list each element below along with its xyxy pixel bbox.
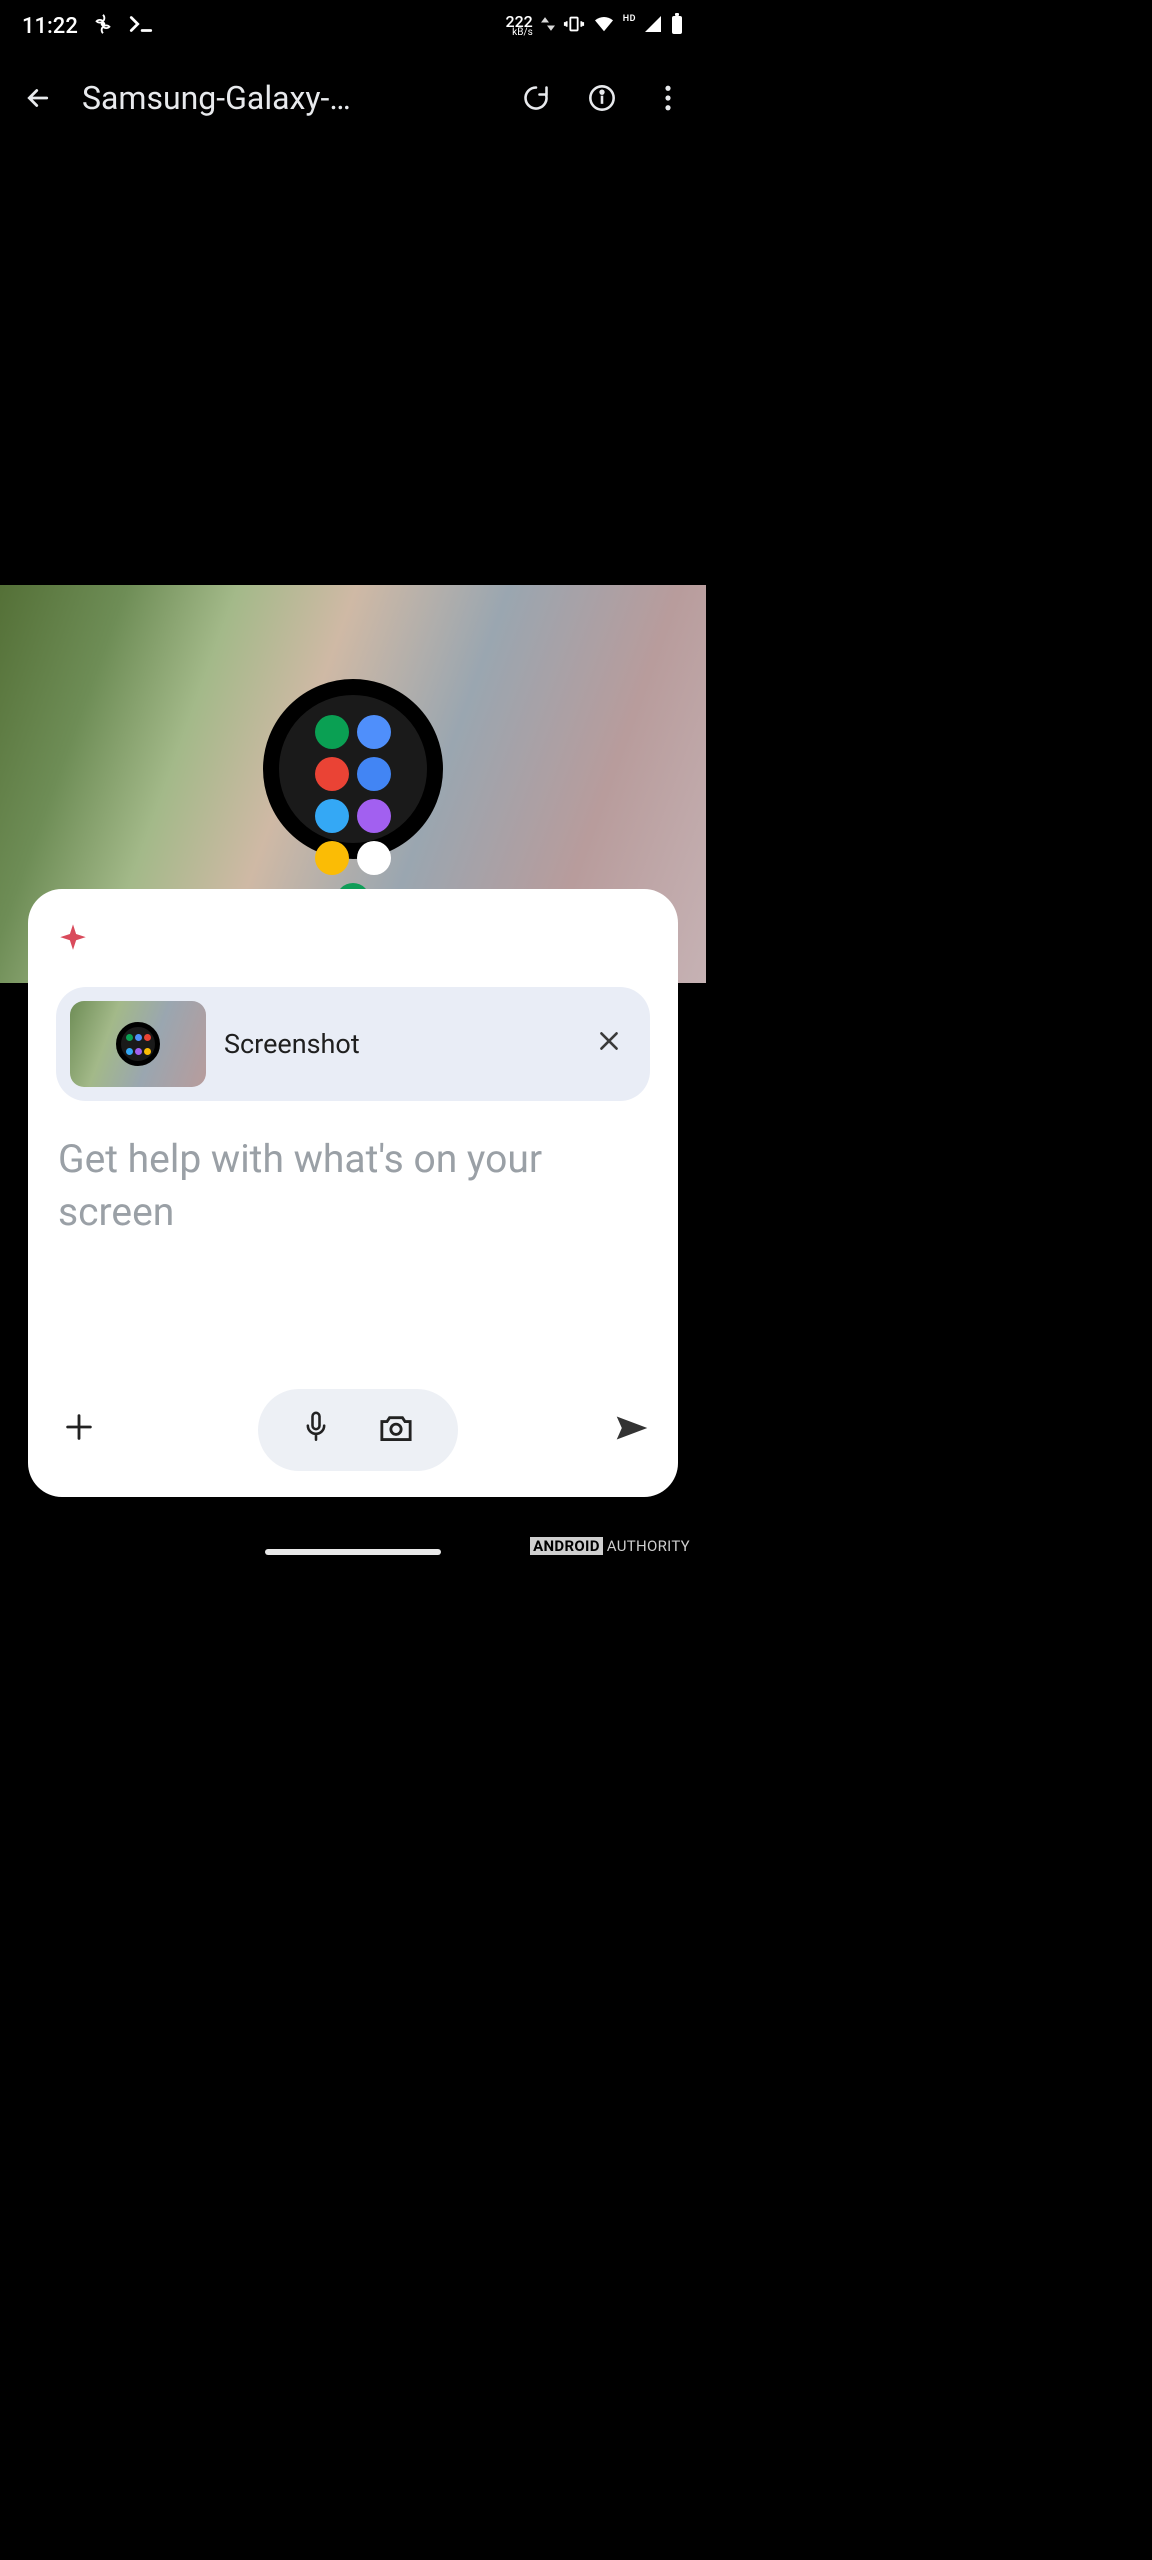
rotate-button[interactable] — [514, 76, 558, 120]
battery-icon — [670, 13, 684, 39]
camera-button[interactable] — [378, 1412, 414, 1448]
send-button[interactable] — [614, 1414, 650, 1446]
arrows-updown-icon — [541, 14, 555, 38]
screenshot-chip: Screenshot — [56, 987, 650, 1101]
wifi-icon — [593, 15, 615, 37]
assistant-overlay: Screenshot Get help with what's on your … — [28, 889, 678, 1497]
add-button[interactable] — [56, 1407, 102, 1454]
page-title: Samsung-Galaxy-… — [82, 79, 492, 117]
status-left: 11:22 — [22, 13, 154, 39]
signal-icon — [644, 15, 662, 37]
status-right: 222 kB/s HD — [505, 13, 684, 39]
pinwheel-icon — [92, 13, 114, 39]
vibrate-icon — [563, 13, 585, 39]
back-button[interactable] — [16, 76, 60, 120]
home-indicator[interactable] — [265, 1549, 441, 1555]
prompt-input[interactable]: Get help with what's on your screen — [56, 1131, 650, 1240]
terminal-icon — [128, 14, 154, 38]
mic-button[interactable] — [302, 1410, 330, 1450]
chip-label: Screenshot — [224, 1028, 570, 1060]
app-bar: Samsung-Galaxy-… — [0, 52, 706, 144]
voice-camera-pill — [258, 1389, 458, 1471]
info-button[interactable] — [580, 76, 624, 120]
input-toolbar — [56, 1389, 650, 1471]
hd-badge: HD — [623, 14, 636, 24]
network-speed: 222 kB/s — [505, 15, 532, 37]
status-time: 11:22 — [22, 14, 78, 39]
screenshot-thumbnail[interactable] — [70, 1001, 206, 1087]
more-button[interactable] — [646, 76, 690, 120]
watermark: ANDROID AUTHORITY — [530, 1537, 690, 1555]
watch-illustration — [263, 679, 443, 859]
status-bar: 11:22 222 kB/s HD — [0, 0, 706, 52]
sparkle-icon — [56, 923, 650, 961]
chip-close-button[interactable] — [588, 1019, 630, 1070]
